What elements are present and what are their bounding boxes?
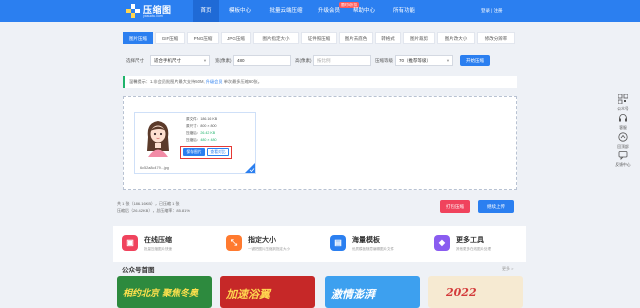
nav-home[interactable]: 首页 (193, 0, 219, 22)
quality-select[interactable]: 70（推荐等级） ▼ (395, 55, 453, 66)
tab-id-photo[interactable]: 证件照压缩 (301, 32, 337, 44)
tab-gif-compress[interactable]: GIF压缩 (155, 32, 185, 44)
feature-desc: 批量压缩图片快速 (144, 247, 172, 251)
info-original-size: 原文件：186.16 KB (186, 117, 217, 122)
tab-convert-format[interactable]: 转格式 (375, 32, 401, 44)
info-label: 原文件： (186, 117, 201, 121)
quality-select-value: 70（推荐等级） (399, 58, 432, 63)
login-register-link[interactable]: 登录 | 注册 (481, 8, 503, 14)
section-title: 公众号首图 (122, 267, 155, 274)
qr-code-icon (617, 93, 629, 105)
logo[interactable]: 压缩图 yasuotu.com (126, 3, 186, 20)
arrow-up-icon (618, 132, 628, 142)
info-label: 压缩后： (186, 131, 201, 135)
nav-help[interactable]: 帮助中心 (346, 0, 382, 22)
compress-settings: 选择尺寸 适合手机尺寸 ▼ 宽(像素) 480 高(像素) 按比例 压缩等级 7… (123, 54, 518, 68)
sidebar-wechat[interactable]: 公众号 (611, 93, 635, 112)
poster-text: 激情澎湃 (331, 288, 375, 301)
chevron-down-icon: ▼ (203, 58, 207, 63)
upgrade-vip-link[interactable]: 升级会员 (206, 79, 223, 84)
compress-icon[interactable]: ▣ (122, 235, 138, 251)
download-all-button[interactable]: 打包压缩 (440, 200, 470, 213)
feature-desc: 其他更多在线图片处理 (456, 247, 491, 251)
nav-batch-cloud[interactable]: 批量云端压缩 (261, 0, 311, 22)
start-compress-button[interactable]: 开始压缩 (460, 55, 490, 66)
width-label: 宽(像素) (215, 58, 232, 63)
tip-banner: 温馨提示：1.非会员批图片最大支持50M, 升级会员 单次最多压缩60张。 (123, 76, 517, 88)
height-input[interactable]: 按比例 (313, 55, 371, 66)
info-label: 压缩后： (186, 138, 201, 142)
tip-text: 温馨提示：1.非会员批图片最大支持50M, (129, 79, 205, 84)
template-icon[interactable]: ▤ (330, 235, 346, 251)
info-compressed-size: 压缩后：26.42 KB (186, 131, 215, 136)
tab-image-compress[interactable]: 图片压缩 (123, 32, 153, 44)
feature-title[interactable]: 指定大小 (248, 235, 276, 245)
nav-templates[interactable]: 模板中心 (222, 0, 258, 22)
tools-icon[interactable]: ◆ (434, 235, 450, 251)
logo-icon (126, 4, 140, 18)
width-input[interactable]: 480 (233, 55, 291, 66)
image-thumbnail (142, 117, 174, 157)
target-size-icon[interactable]: ⤡ (226, 235, 242, 251)
poster-text: 加速浴翼 (226, 288, 270, 301)
headset-icon (619, 114, 627, 122)
chevron-down-icon: ▼ (446, 58, 450, 63)
continue-upload-button[interactable]: 继续上传 (478, 200, 514, 213)
feature-desc: 优质模板随意编辑图片文件 (352, 247, 394, 251)
tab-resize[interactable]: 图片改大小 (437, 32, 475, 44)
stats-line-1: 共 1 张（186.16KB），已压缩 1 张 (117, 201, 180, 206)
info-compressed-dim: 压缩后：480 × 480 (186, 138, 216, 143)
sidebar-back-top[interactable]: 回顶部 (611, 132, 635, 150)
sidebar-service[interactable]: 客服 (611, 113, 635, 131)
more-link[interactable]: 更多 > (502, 266, 513, 272)
logo-url: yasuotu.com (143, 14, 163, 18)
feedback-icon (618, 151, 628, 160)
feature-title[interactable]: 更多工具 (456, 235, 484, 245)
size-select[interactable]: 适合手机尺寸 ▼ (150, 55, 210, 66)
poster-card[interactable]: 相约北京 聚焦冬奥 (117, 276, 212, 308)
height-label: 高(像素) (295, 58, 312, 63)
sidebar-label: 客服 (619, 126, 627, 130)
feature-desc: 一键把图片压缩到指定大小 (248, 247, 290, 251)
save-image-button[interactable]: 保存图片 (183, 148, 205, 156)
poster-text: 相约北京 聚焦冬奥 (123, 289, 199, 299)
tab-png-compress[interactable]: PNG压缩 (187, 32, 219, 44)
poster-text: 2022 (446, 286, 477, 299)
sidebar-label: 公众号 (617, 107, 629, 111)
tab-crop[interactable]: 图片裁剪 (403, 32, 435, 44)
tab-resolution[interactable]: 修改分辨率 (477, 32, 515, 44)
sidebar-feedback[interactable]: 反馈中心 (611, 150, 635, 168)
tab-jpg-compress[interactable]: JPG压缩 (221, 32, 251, 44)
poster-card[interactable]: 加速浴翼 (220, 276, 315, 308)
corner-check-icon (245, 163, 255, 173)
info-value: 186.16 KB (200, 117, 218, 121)
size-label: 选择尺寸 (126, 58, 144, 63)
quality-label: 压缩等级 (375, 58, 393, 63)
sidebar-label: 反馈中心 (615, 163, 631, 167)
file-name: 6c52a8c479...jpg (140, 166, 169, 170)
info-value: 800 × 800 (200, 124, 217, 128)
poster-card[interactable]: 激情澎湃 (325, 276, 420, 308)
stats-line-2: 压缩后（26.42KB），总压缩率：85.81% (117, 208, 190, 213)
info-value: 26.42 KB (200, 131, 216, 135)
tip-text-2: 单次最多压缩60张。 (223, 79, 262, 84)
tool-tabs: 图片压缩 GIF压缩 PNG压缩 JPG压缩 图片指定大小 证件照压缩 图片去底… (123, 32, 518, 44)
feature-title[interactable]: 海量模板 (352, 235, 380, 245)
tab-remove-bg[interactable]: 图片去底色 (339, 32, 373, 44)
size-select-value: 适合手机尺寸 (154, 58, 181, 63)
compare-button[interactable]: 查看对比 (207, 148, 229, 156)
nav-all-features[interactable]: 所有功能 (386, 0, 422, 22)
poster-card[interactable]: 2022 (428, 276, 523, 308)
info-original-dim: 原尺寸：800 × 800 (186, 124, 216, 129)
info-label: 原尺寸： (186, 124, 201, 128)
tab-target-size[interactable]: 图片指定大小 (253, 32, 299, 44)
info-value: 480 × 480 (200, 138, 217, 142)
feature-title[interactable]: 在线压缩 (144, 235, 172, 245)
